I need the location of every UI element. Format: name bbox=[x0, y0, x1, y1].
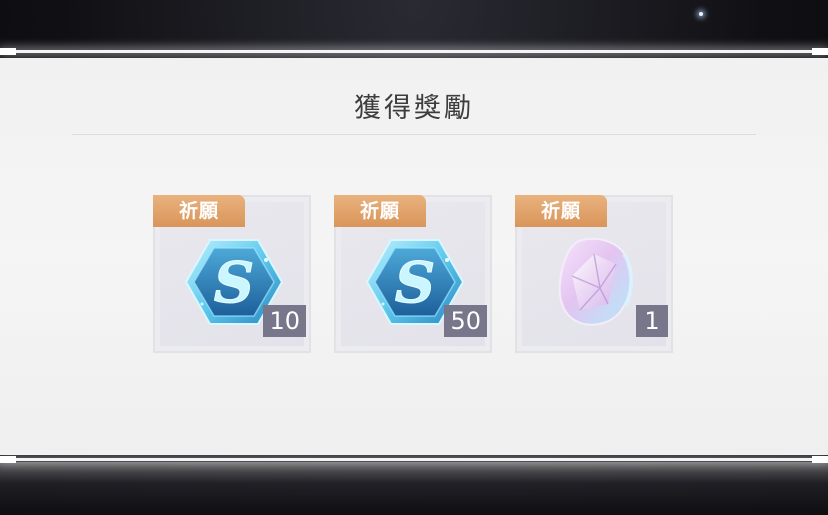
reward-count: 50 bbox=[444, 305, 487, 337]
reward-item[interactable]: S 祈願 50 bbox=[334, 195, 492, 353]
svg-text:S: S bbox=[214, 250, 254, 316]
bottom-frame-line bbox=[0, 458, 828, 461]
top-frame-line bbox=[0, 50, 828, 53]
bottom-shadow bbox=[0, 462, 828, 515]
sparkle-icon bbox=[699, 12, 703, 16]
reward-tag: 祈願 bbox=[334, 195, 426, 227]
frame-corner bbox=[812, 48, 828, 55]
frame-corner bbox=[0, 48, 16, 55]
reward-tag: 祈願 bbox=[515, 195, 607, 227]
dialog-title: 獲得獎勵 bbox=[354, 93, 474, 124]
reward-count: 1 bbox=[636, 305, 668, 337]
svg-text:S: S bbox=[395, 250, 435, 316]
reward-dialog[interactable]: 獲得獎勵 S 祈願 10 S 祈願 50 祈願 1 bbox=[0, 58, 828, 455]
prism-crystal-icon bbox=[558, 237, 633, 326]
reward-item[interactable]: S 祈願 10 bbox=[153, 195, 311, 353]
reward-tag: 祈願 bbox=[153, 195, 245, 227]
reward-screen: 獲得獎勵 S 祈願 10 S 祈願 50 祈願 1 bbox=[0, 0, 828, 515]
title-divider bbox=[72, 134, 756, 135]
reward-count: 10 bbox=[263, 305, 306, 337]
reward-item[interactable]: 祈願 1 bbox=[515, 195, 673, 353]
